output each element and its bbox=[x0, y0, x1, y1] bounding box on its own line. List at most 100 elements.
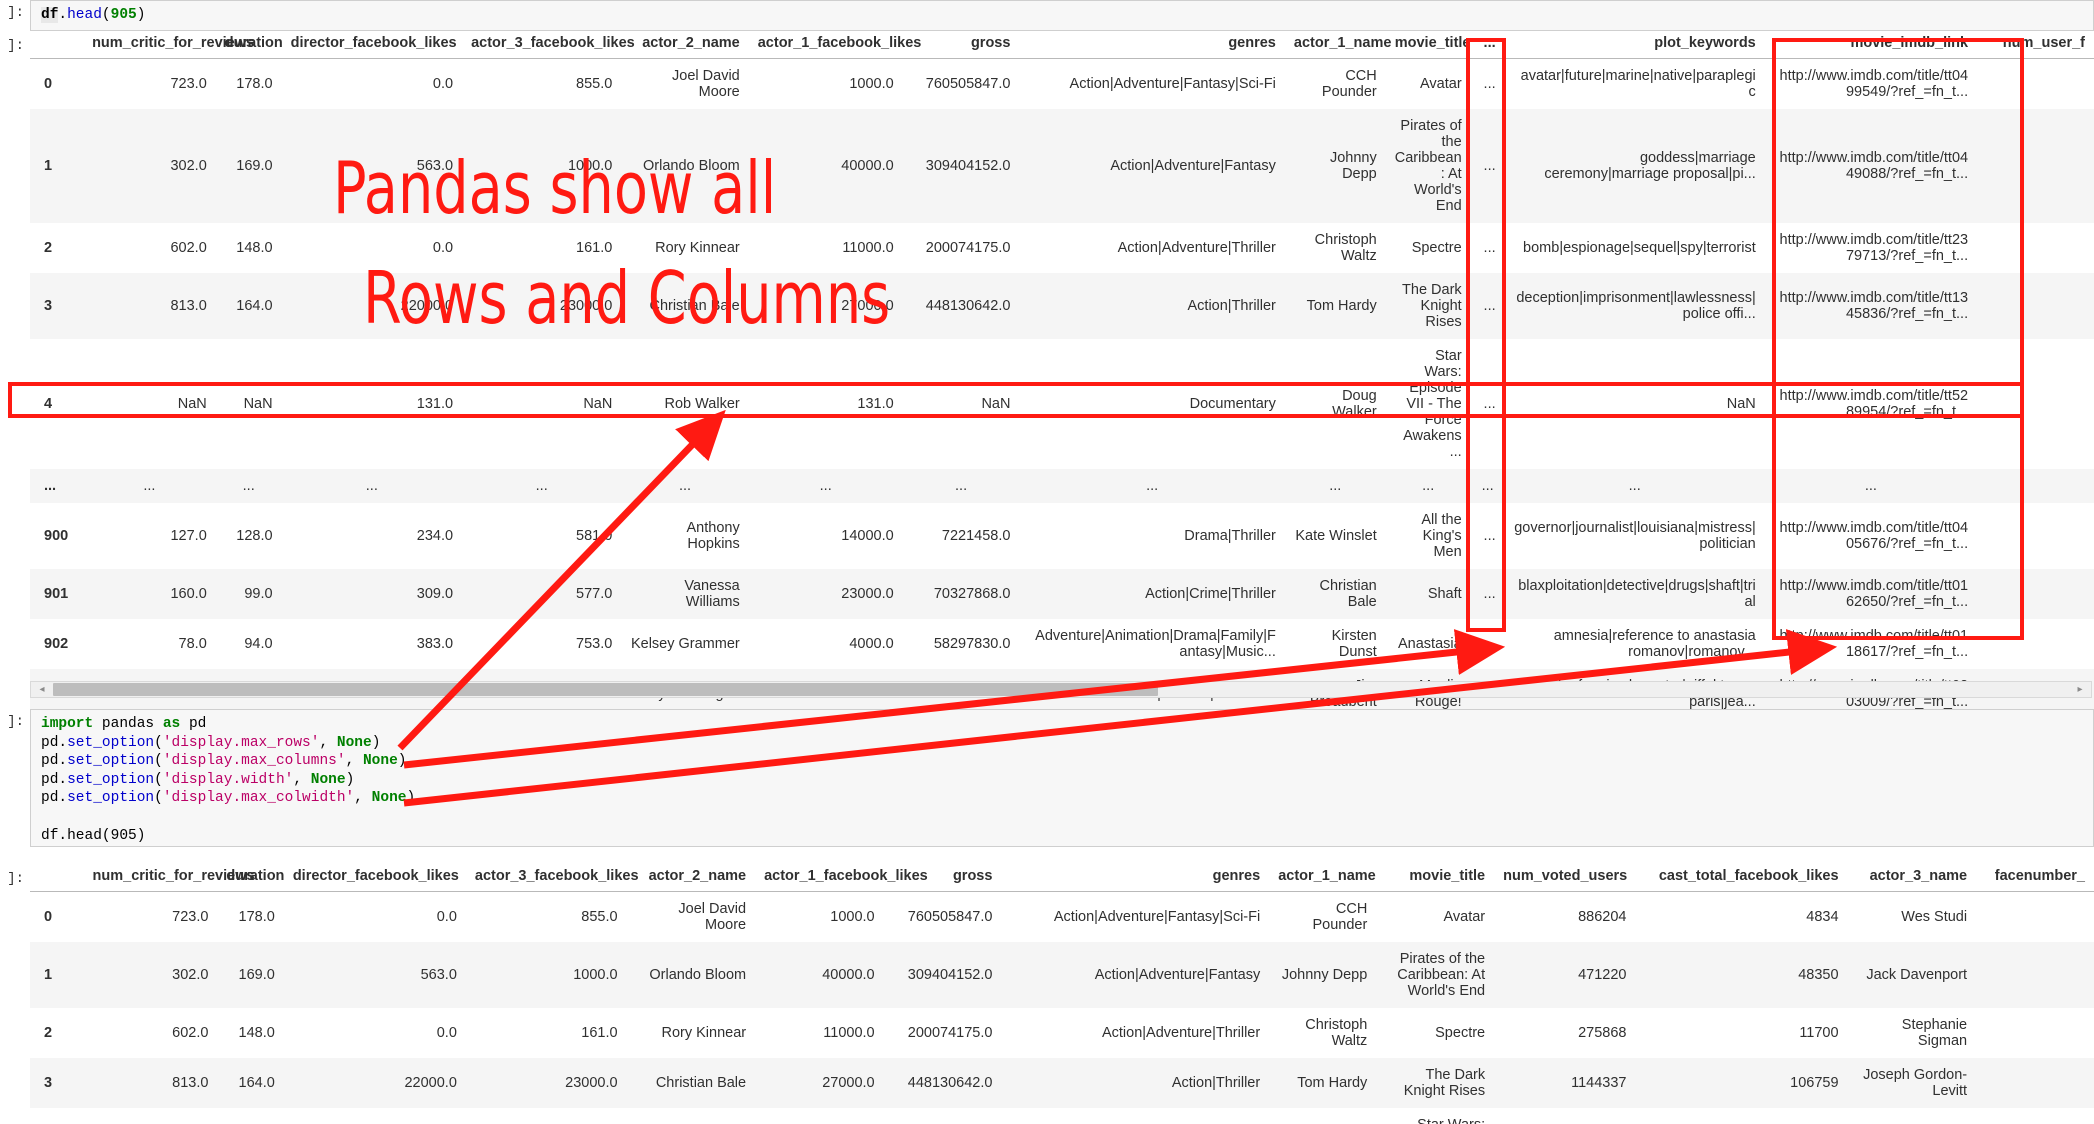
table-cell: Rob Walker bbox=[627, 1108, 756, 1124]
table-cell: Johnny Depp bbox=[1329, 150, 1377, 182]
row-index: 2 bbox=[44, 1025, 53, 1041]
cell-1-source[interactable]: df.head(905) bbox=[30, 0, 2094, 31]
table-cell: NaN bbox=[583, 396, 613, 412]
column-header: actor_1_facebook_likes bbox=[748, 33, 921, 59]
table-cell: ... bbox=[955, 478, 968, 494]
column-header: actor_3_name bbox=[1847, 866, 1977, 892]
table-cell: 94.0 bbox=[244, 636, 273, 652]
column-header: director_facebook_likes bbox=[283, 866, 466, 892]
dataframe-2-container: num_critic_for_reviews duration director_f… bbox=[30, 866, 2094, 1124]
table-cell: Action|Crime|Thriller bbox=[1145, 586, 1276, 602]
table-cell: Jack Davenport bbox=[1866, 967, 1968, 983]
table-cell: 27000.0 bbox=[841, 298, 894, 314]
table-cell: 855.0 bbox=[581, 909, 618, 925]
table-cell: 11000.0 bbox=[823, 1025, 875, 1041]
table-cell: http://www.imdb.com/title/tt0405676/?ref… bbox=[1779, 520, 1969, 552]
table-cell: avatar|future|marine|native|paraplegic bbox=[1520, 68, 1756, 100]
code-token: pd. bbox=[41, 790, 68, 807]
table-cell: Kate Winslet bbox=[1295, 528, 1377, 544]
table-cell: NaN bbox=[466, 1108, 627, 1124]
column-header: movie_imdb_link bbox=[1764, 33, 1978, 59]
table-cell bbox=[1977, 273, 2094, 339]
table-cell: 760505847.0 bbox=[925, 76, 1011, 92]
table-cell: 7221458.0 bbox=[941, 528, 1011, 544]
table-cell: 161.0 bbox=[581, 1025, 618, 1041]
table-cell: Christoph Waltz bbox=[1314, 232, 1377, 264]
column-header: actor_1_name bbox=[1269, 866, 1377, 892]
table-cell: ... bbox=[1628, 478, 1641, 494]
table-row: 4 NaN NaN 131.0 NaN Rob Walker 131.0 NaN Documen… bbox=[30, 339, 2094, 469]
table-cell: Documentary bbox=[1001, 1108, 1269, 1124]
table-cell: Wes Studi bbox=[1901, 909, 1968, 925]
cell-2-source[interactable]: import pandas as pd pd.set_option('displa… bbox=[30, 709, 2094, 847]
column-header: movie_title bbox=[1385, 33, 1471, 59]
table-cell: 723.0 bbox=[172, 909, 209, 925]
scrollbar-right-arrow-icon[interactable]: ▸ bbox=[2070, 682, 2090, 697]
table-cell: http://www.imdb.com/title/tt0499549/?ref… bbox=[1779, 68, 1969, 100]
column-header: director_facebook_likes bbox=[281, 33, 463, 59]
table-cell: 131.0 bbox=[755, 1108, 884, 1124]
table-cell: Anthony Hopkins bbox=[686, 520, 740, 552]
table-cell: 48350 bbox=[1798, 967, 1839, 983]
code-token: pd. bbox=[41, 734, 68, 751]
code-token: ) bbox=[136, 7, 146, 23]
table-cell: Shaft bbox=[1427, 586, 1462, 602]
table-cell: 309.0 bbox=[416, 586, 454, 602]
table-cell: Spectre bbox=[1411, 240, 1462, 256]
column-header: num_critic_for_reviews bbox=[83, 33, 254, 59]
code-cell-1[interactable]: ]: df.head(905) bbox=[0, 0, 2094, 31]
column-header: genres bbox=[1019, 33, 1285, 59]
row-index: 4 bbox=[30, 1108, 84, 1124]
table-cell: ... bbox=[819, 478, 832, 494]
table-cell: 148.0 bbox=[236, 240, 273, 256]
table-cell: ... bbox=[1483, 396, 1496, 412]
table-cell: Action|Adventure|Fantasy|Sci-Fi bbox=[1053, 909, 1261, 925]
table-cell: 78.0 bbox=[178, 636, 207, 652]
notebook-page: ]: df.head(905) ]: num_critic_for_review… bbox=[0, 0, 2094, 1124]
column-header: actor_2_name bbox=[626, 866, 756, 892]
table-cell: Christian Bale bbox=[1319, 578, 1377, 610]
table-cell: ... bbox=[1483, 636, 1496, 652]
table-cell: NaN bbox=[217, 1108, 283, 1124]
table-cell: 302.0 bbox=[170, 158, 207, 174]
table-cell: 178.0 bbox=[236, 76, 273, 92]
dataframe-2-body: 0 723.0 178.0 0.0 855.0 Joel David Moore 1000.… bbox=[30, 891, 2094, 1124]
table-cell: 178.0 bbox=[238, 909, 275, 925]
code-token: head bbox=[67, 7, 102, 23]
table-row: 2 602.0 148.0 0.0 161.0 Rory Kinnear 11000.0 20… bbox=[30, 223, 2094, 273]
table-cell: 169.0 bbox=[236, 158, 273, 174]
scrollbar-left-arrow-icon[interactable]: ◂ bbox=[32, 682, 52, 697]
table-row: 0 723.0 178.0 0.0 855.0 Joel David Moore 1000.… bbox=[30, 58, 2094, 109]
table-cell: Vanessa Williams bbox=[684, 578, 740, 610]
table-cell: 234.0 bbox=[416, 528, 454, 544]
table-cell: Joel David Moore bbox=[678, 901, 747, 933]
table-cell: 200074175.0 bbox=[925, 240, 1011, 256]
code-token: None bbox=[310, 771, 346, 788]
table-cell bbox=[1976, 1108, 2094, 1124]
table-cell: 302.0 bbox=[172, 967, 209, 983]
table-cell: CCH Pounder bbox=[1312, 901, 1368, 933]
row-index: 900 bbox=[44, 528, 69, 544]
column-header: actor_3_facebook_likes bbox=[462, 33, 635, 59]
output-horizontal-scrollbar[interactable]: ◂ ▸ bbox=[30, 681, 2092, 698]
table-cell: 164.0 bbox=[236, 298, 273, 314]
table-cell: 1144337 bbox=[1571, 1075, 1627, 1091]
code-line: pd.set_option('display.max_colwidth', No… bbox=[41, 789, 2085, 808]
table-cell: Pirates of the Caribbean: At World's End bbox=[1394, 118, 1462, 214]
code-token: pd bbox=[180, 716, 207, 732]
table-cell: 11000.0 bbox=[842, 240, 894, 256]
table-cell: Action|Adventure|Thriller bbox=[1117, 240, 1276, 256]
code-token: , bbox=[345, 753, 363, 770]
table-cell: 563.0 bbox=[416, 158, 454, 174]
table-cell: All the King's Men bbox=[1421, 512, 1462, 560]
table-cell: 40000.0 bbox=[822, 967, 875, 983]
cell-2-prompt: ]: bbox=[7, 714, 24, 730]
table-cell: bomb|espionage|sequel|spy|terrorist bbox=[1523, 240, 1756, 256]
table-cell: ... bbox=[1483, 76, 1496, 92]
code-cell-2[interactable]: ]: import pandas as pd pd.set_option('dis… bbox=[0, 709, 2094, 847]
output-1-prompt: ]: bbox=[7, 38, 24, 54]
scrollbar-thumb[interactable] bbox=[53, 683, 1158, 696]
code-token: ) bbox=[397, 753, 407, 770]
table-cell bbox=[1977, 569, 2094, 619]
table-row: 900 127.0 128.0 234.0 581.0 Anthony Hopkins 14… bbox=[30, 503, 2094, 569]
